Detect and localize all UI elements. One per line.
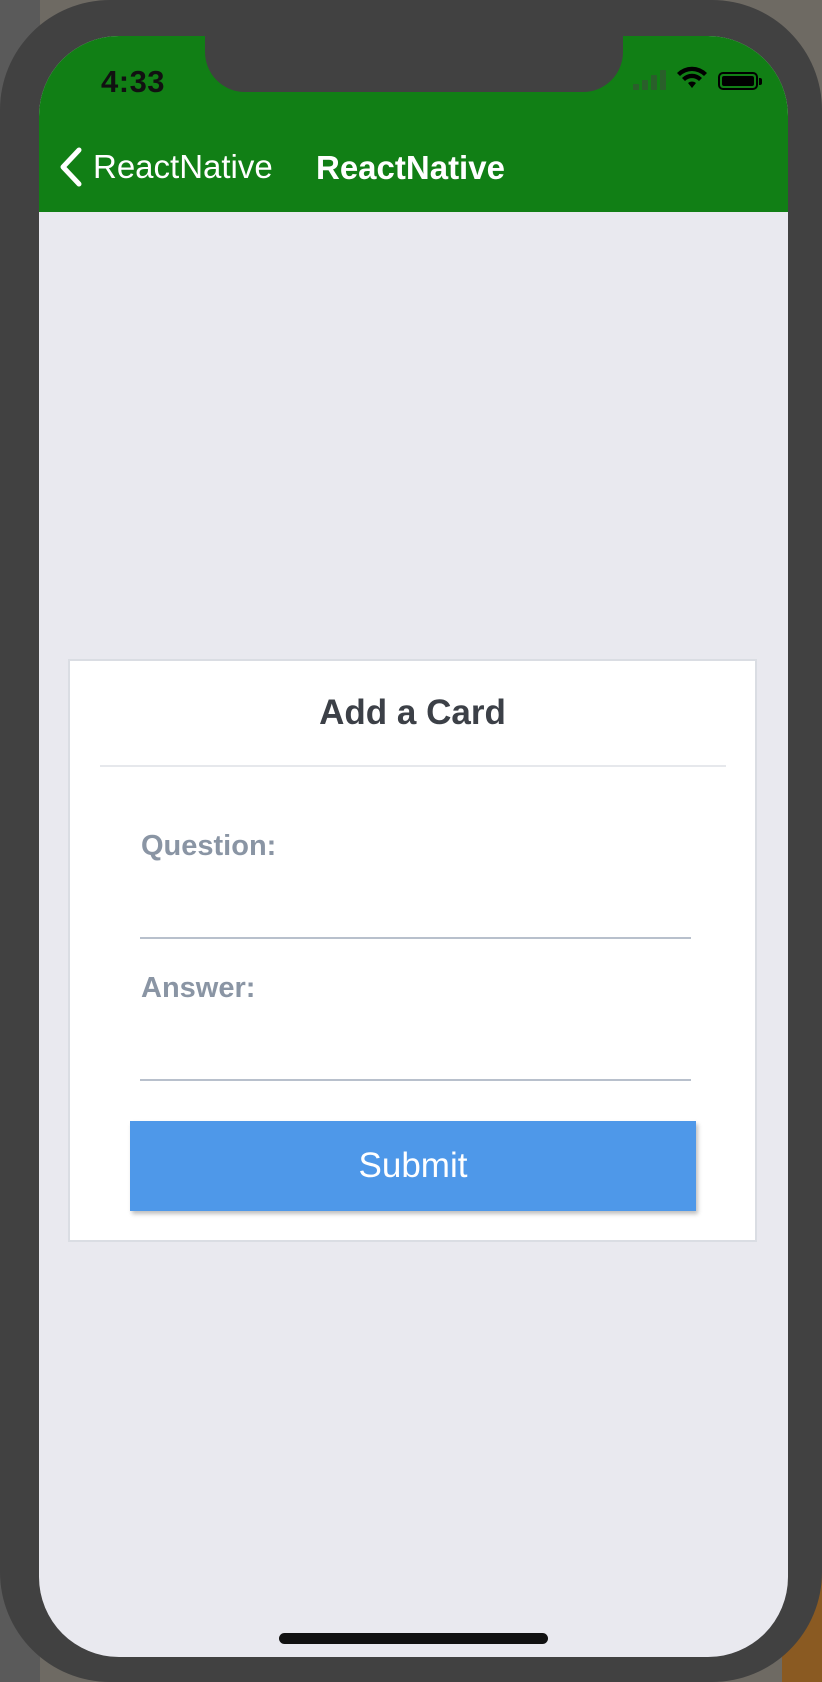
wifi-icon [677,66,707,88]
status-icons [633,66,762,90]
page-title: ReactNative [316,149,505,186]
signal-icon [633,68,666,90]
battery-icon [718,72,762,90]
chevron-left-icon [60,147,82,187]
divider [100,765,726,767]
question-label: Question: [141,830,277,862]
back-button[interactable]: ReactNative [57,146,273,188]
submit-button[interactable]: Submit [130,1121,696,1211]
back-button-label: ReactNative [93,148,273,185]
add-card-form: Add a Card Question: Answer: Submit [68,659,757,1242]
question-input[interactable] [140,885,691,939]
app-screen: 4:33 ReactNative ReactNative Add a Card … [39,36,788,1657]
status-time: 4:33 [101,64,166,99]
answer-label: Answer: [141,972,256,1004]
answer-input[interactable] [140,1027,691,1081]
card-title: Add a Card [319,693,506,732]
phone-frame: 4:33 ReactNative ReactNative Add a Card … [0,0,822,1682]
home-indicator[interactable] [279,1633,548,1644]
device-notch [205,36,623,92]
